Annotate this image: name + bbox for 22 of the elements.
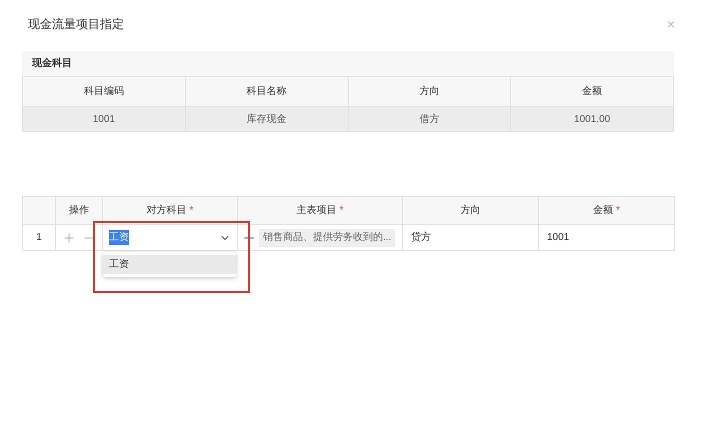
column-header: 主表项目: [296, 204, 337, 218]
dialog-title: 现金流量项目指定: [28, 16, 124, 33]
item-field[interactable]: 销售商品、提供劳务收到的...: [259, 228, 396, 246]
table-cell-text: 1001: [547, 231, 570, 245]
row-number: 1: [36, 231, 42, 245]
column-header: 金额: [581, 84, 604, 99]
table-cell: 库存现金: [186, 107, 348, 131]
column-header: 方向: [460, 204, 480, 218]
required-mark: *: [340, 204, 344, 218]
select-value: 工资: [109, 230, 129, 245]
table-cell: 借方: [348, 107, 512, 131]
table-cell-text: 1001.00: [573, 112, 612, 126]
table-cell: 1001: [23, 107, 186, 131]
table-cell-text: 贷方: [411, 230, 431, 245]
column-header: 对方科目: [146, 204, 187, 218]
panel-title: 现金科目: [32, 56, 72, 71]
required-mark: *: [616, 204, 620, 218]
column-header: 操作: [69, 204, 89, 218]
select-field[interactable]: 工资: [103, 225, 238, 250]
dropdown-option[interactable]: 工资: [103, 255, 236, 274]
column-header: 金额: [593, 204, 614, 218]
required-mark: *: [190, 204, 194, 218]
